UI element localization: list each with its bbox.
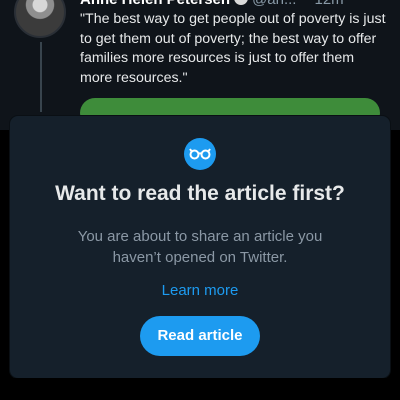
verified-icon [234,0,249,5]
tweet-text: "The best way to get people out of pover… [80,11,386,86]
thread-line [40,42,42,112]
tweet-header: Anne Helen Petersen @an... 12m [80,0,400,9]
glasses-icon [184,138,216,170]
author-handle: @an... [252,0,296,8]
tweet-time: 12m [314,0,343,8]
bottom-backdrop [0,378,400,400]
prompt-body: You are about to share an article you ha… [77,228,323,266]
avatar[interactable] [14,0,66,38]
read-article-button[interactable]: Read article [140,316,260,356]
prompt-title: Want to read the article first? [55,182,345,205]
learn-more-link[interactable]: Learn more [10,282,390,299]
background-tweet: Anne Helen Petersen @an... 12m "The best w… [0,0,400,130]
author-name[interactable]: Anne Helen Petersen [80,0,230,8]
